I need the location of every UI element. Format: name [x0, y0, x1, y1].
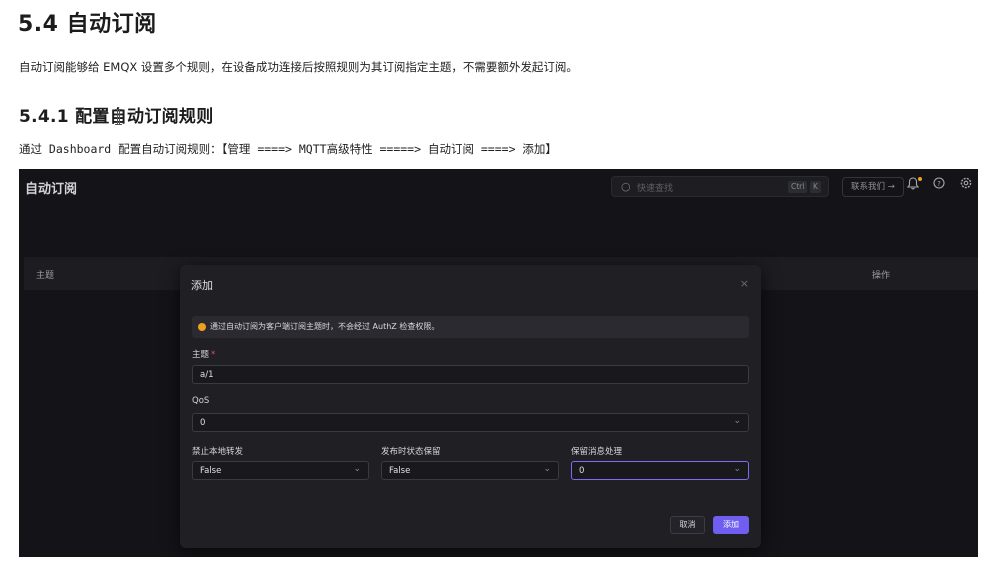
alert-text: 通过自动订阅为客户端订阅主题时，不会经过 AuthZ 检查权限。 — [210, 322, 440, 331]
settings-icon[interactable] — [960, 177, 972, 192]
no-local-value: False — [200, 466, 222, 476]
required-mark: * — [211, 350, 216, 360]
retain-handling-value: 0 — [579, 466, 585, 476]
add-button[interactable]: 添加 — [713, 516, 749, 534]
help-icon[interactable]: ? — [933, 177, 945, 192]
doc-intro: 自动订阅能够给 EMQX 设置多个规则，在设备成功连接后按照规则为其订阅指定主题… — [19, 60, 578, 74]
qos-label: QoS — [192, 396, 210, 406]
contact-us-button[interactable]: 联系我们 → — [842, 177, 904, 197]
cancel-button[interactable]: 取消 — [670, 516, 705, 534]
retain-as-published-label: 发布时状态保留 — [381, 447, 441, 457]
doc-heading: 5.4 自动订阅 — [18, 12, 157, 37]
info-alert: 通过自动订阅为客户端订阅主题时，不会经过 AuthZ 检查权限。 — [192, 316, 749, 338]
chevron-down-icon: ⌄ — [733, 416, 741, 426]
search-icon: ○ — [621, 180, 631, 193]
search-input[interactable]: ○ 快速查找 Ctrl K — [611, 176, 829, 197]
no-local-select[interactable]: False ⌄ — [192, 461, 369, 480]
shortcut-key-ctrl: Ctrl — [788, 181, 808, 193]
retain-handling-label: 保留消息处理 — [571, 447, 623, 457]
add-dialog: 添加 × 通过自动订阅为客户端订阅主题时，不会经过 AuthZ 检查权限。 主题… — [180, 265, 761, 548]
qos-select[interactable]: 0 ⌄ — [192, 413, 749, 432]
retain-handling-select[interactable]: 0 ⌄ — [571, 461, 749, 480]
app-screenshot: 自动订阅 ○ 快速查找 Ctrl K 联系我们 → ? 主题 操作 添加 × 通… — [19, 169, 978, 557]
page-title: 自动订阅 — [25, 182, 78, 197]
warning-icon — [198, 323, 206, 331]
shortcut-key-k: K — [810, 181, 821, 193]
close-icon[interactable]: × — [740, 277, 749, 290]
topic-input[interactable]: a/1 — [192, 365, 749, 384]
no-local-label: 禁止本地转发 — [192, 447, 244, 457]
dialog-title: 添加 — [191, 279, 213, 292]
svg-text:?: ? — [937, 180, 941, 188]
doc-instruction: 通过 Dashboard 配置自动订阅规则：【管理 ====> MQTT高级特性… — [19, 142, 557, 156]
text-cursor-icon — [115, 109, 122, 125]
retain-as-published-value: False — [389, 466, 411, 476]
topic-label: 主题 * — [192, 348, 215, 360]
chevron-down-icon: ⌄ — [353, 464, 361, 474]
column-header-topic: 主题 — [36, 271, 55, 281]
search-placeholder: 快速查找 — [637, 184, 674, 194]
chevron-down-icon: ⌄ — [543, 464, 551, 474]
notification-dot — [918, 177, 922, 181]
qos-value: 0 — [200, 418, 206, 428]
topic-value: a/1 — [200, 370, 214, 380]
column-header-actions: 操作 — [872, 271, 891, 281]
chevron-down-icon: ⌄ — [733, 464, 741, 474]
retain-as-published-select[interactable]: False ⌄ — [381, 461, 559, 480]
topic-label-text: 主题 — [192, 350, 210, 360]
